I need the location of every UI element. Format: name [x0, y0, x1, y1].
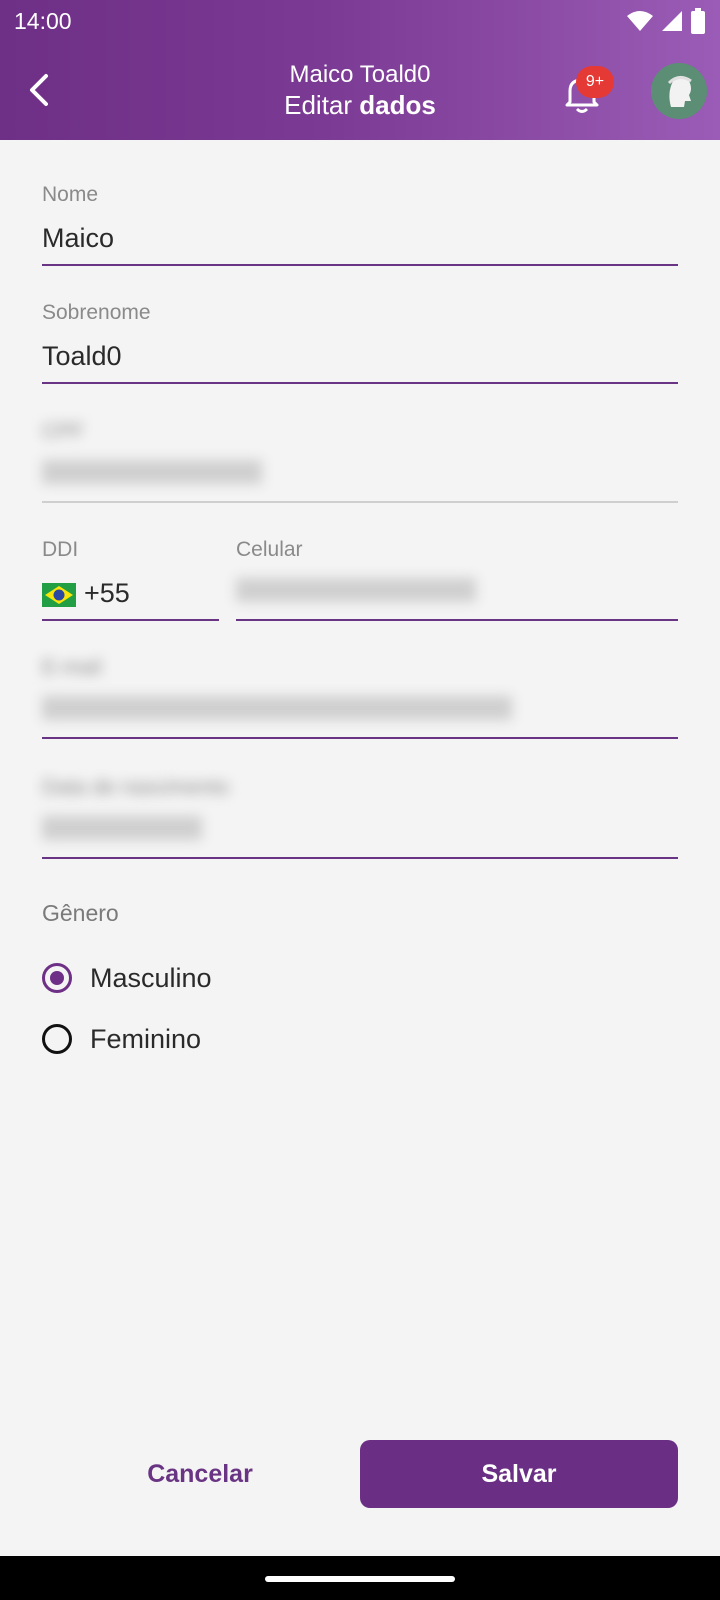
sobrenome-underline: [42, 382, 678, 384]
system-nav-bar: [0, 1556, 720, 1600]
ddi-underline: [42, 619, 219, 621]
nascimento-field[interactable]: Data de nascimento: [42, 776, 678, 859]
email-underline: [42, 737, 678, 739]
cpf-field[interactable]: CPF: [42, 420, 678, 503]
laurel-head-icon: [651, 63, 707, 119]
ddi-field[interactable]: DDI +55: [42, 538, 219, 621]
wifi-icon: [627, 11, 653, 31]
nascimento-input[interactable]: [42, 816, 202, 847]
sobrenome-field[interactable]: Sobrenome Toald0: [42, 301, 678, 384]
brazil-flag-icon: [42, 582, 76, 607]
cpf-input[interactable]: [42, 460, 262, 491]
battery-icon: [691, 8, 705, 34]
page-title-regular: Editar: [284, 90, 360, 120]
gesture-handle[interactable]: [265, 1576, 455, 1582]
header-subtitle: Maico Toald0: [289, 61, 431, 88]
avatar[interactable]: [651, 63, 707, 119]
nascimento-underline: [42, 857, 678, 859]
nome-label: Nome: [42, 183, 99, 206]
radio-masculino-button[interactable]: [42, 963, 72, 993]
radio-feminino-button[interactable]: [42, 1024, 72, 1054]
save-button[interactable]: Salvar: [360, 1440, 678, 1508]
celular-input[interactable]: [236, 578, 476, 609]
celular-label: Celular: [236, 538, 303, 561]
ddi-input[interactable]: +55: [42, 578, 130, 609]
nome-input[interactable]: Maico: [42, 223, 114, 254]
sobrenome-input[interactable]: Toald0: [42, 341, 122, 372]
celular-field[interactable]: Celular: [236, 538, 678, 621]
radio-feminino-label: Feminino: [90, 1023, 202, 1054]
header-titles: Maico Toald0 Editar dados: [160, 60, 560, 120]
cpf-label: CPF: [42, 420, 84, 443]
email-input[interactable]: [42, 696, 512, 727]
celular-underline: [236, 619, 678, 621]
back-button[interactable]: [20, 68, 60, 112]
ddi-value: +55: [84, 578, 130, 608]
notification-badge: 9+: [576, 66, 614, 98]
email-field[interactable]: E-mail: [42, 656, 678, 739]
app-bar: 14:00 Maico Toald0 Editar dados 9+: [0, 0, 720, 140]
sobrenome-label: Sobrenome: [42, 301, 151, 324]
ddi-label: DDI: [42, 538, 79, 561]
cancel-button[interactable]: Cancelar: [100, 1440, 300, 1508]
status-icons: [626, 7, 706, 35]
status-time: 14:00: [14, 8, 72, 34]
radio-masculino-label: Masculino: [90, 962, 212, 993]
nome-underline: [42, 264, 678, 266]
chevron-left-icon: [30, 74, 48, 106]
radio-feminino[interactable]: Feminino: [42, 1019, 201, 1059]
signal-icon: [662, 11, 682, 31]
page-title: Editar dados: [160, 90, 560, 120]
genero-label: Gênero: [42, 900, 119, 926]
cpf-underline: [42, 501, 678, 503]
email-label: E-mail: [42, 656, 102, 679]
nome-field[interactable]: Nome Maico: [42, 183, 678, 266]
nascimento-label: Data de nascimento: [42, 776, 229, 799]
page-title-bold: dados: [359, 90, 436, 120]
radio-masculino[interactable]: Masculino: [42, 958, 212, 998]
